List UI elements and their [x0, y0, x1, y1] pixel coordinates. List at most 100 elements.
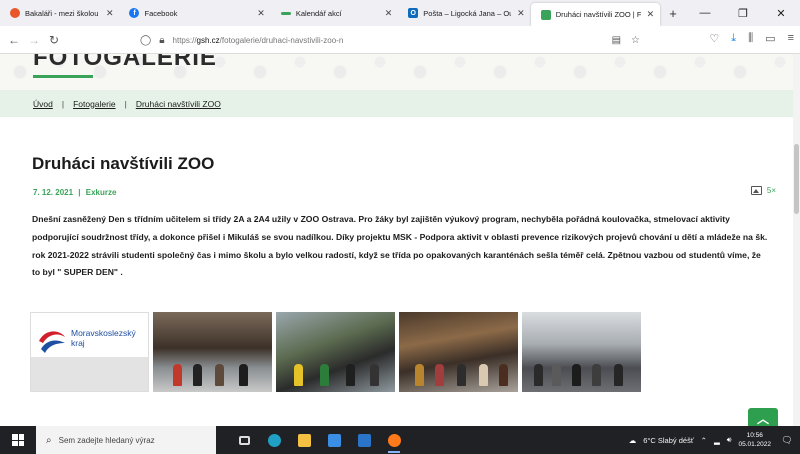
article-body: Dnešní zasněžený Den s třídním učitelem …	[32, 214, 768, 278]
forward-arrow-icon[interactable]: →	[24, 33, 44, 47]
article-title: Druháci navštívili ZOO	[32, 154, 215, 173]
gallery-photo-3[interactable]	[399, 312, 518, 392]
photo-figure	[173, 364, 182, 386]
weather-text[interactable]: 6°C Slabý déšť	[643, 436, 693, 445]
close-tab-icon[interactable]: ✕	[517, 8, 525, 19]
photo-figure	[457, 364, 466, 386]
photo-figure	[572, 364, 581, 386]
taskbar-search[interactable]: ⌕ Sem zadejte hledaný výraz	[36, 426, 216, 454]
notifications-icon[interactable]: 🗨︎	[778, 435, 796, 446]
tab-druhaci-zoo[interactable]: Druháci navštívili ZOO | Fotoga ✕	[530, 3, 661, 26]
bookmark-star-icon[interactable]: ☆	[631, 35, 640, 46]
sidebar-icon[interactable]: ▭	[765, 32, 775, 45]
photo-figure	[294, 364, 303, 386]
tab-kalendar-akci[interactable]: Kalendář akcí ✕	[271, 0, 398, 26]
photo-figure	[552, 364, 561, 386]
url-host: gsh.cz	[196, 35, 220, 45]
firefox-icon[interactable]	[382, 426, 406, 454]
weather-cloud-icon[interactable]: ☁	[629, 436, 637, 445]
kalendar-favicon-icon	[280, 11, 291, 15]
breadcrumb-link-fotogalerie[interactable]: Fotogalerie	[73, 99, 116, 109]
file-explorer-icon[interactable]	[292, 426, 316, 454]
tab-title: Facebook	[144, 8, 178, 18]
breadcrumb-link-uvod[interactable]: Úvod	[33, 99, 53, 109]
scroll-to-top-button[interactable]: ︿	[748, 408, 778, 426]
article-meta: 7. 12. 2021 | Exkurze	[33, 188, 116, 197]
gallery-photo-1[interactable]	[153, 312, 272, 392]
system-tray: ☁ 6°C Slabý déšť ⌃ ▂ 🔊︎ 10:56 05.01.2022…	[629, 426, 800, 454]
photo-gallery: Moravskoslezský kraj	[30, 312, 641, 392]
pocket-icon[interactable]: ♡	[709, 32, 719, 45]
browser-tab-bar: Bakaláři - mezi školou a rodinou ✕ f Fac…	[0, 0, 800, 26]
breadcrumb-link-current[interactable]: Druháci navštívili ZOO	[136, 99, 221, 109]
menu-icon[interactable]: ≡	[788, 32, 794, 45]
download-icon[interactable]: ⤓	[731, 32, 736, 45]
window-controls: — ❐ ✕	[686, 0, 800, 26]
shield-icon[interactable]: ◯	[140, 35, 151, 46]
gallery-photo-2[interactable]	[276, 312, 395, 392]
scrollbar-thumb[interactable]	[794, 144, 799, 214]
bakalari-favicon-icon	[10, 8, 20, 18]
clock-time: 10:56	[746, 432, 763, 439]
navigation-bar: ← → ↻ ◯ 🔒︎ https://gsh.cz/fotogalerie/dr…	[0, 26, 800, 54]
photo-figure	[370, 364, 379, 386]
lock-icon[interactable]: 🔒︎	[159, 35, 164, 46]
close-tab-icon[interactable]: ✕	[385, 8, 393, 19]
photo-figure	[215, 364, 224, 386]
photo-figure	[239, 364, 248, 386]
tab-title: Druháci navštívili ZOO | Fotoga	[555, 10, 641, 19]
task-view-icon[interactable]	[232, 426, 256, 454]
photo-figure	[435, 364, 444, 386]
volume-icon[interactable]: 🔊︎	[727, 435, 732, 445]
address-bar[interactable]: ◯ 🔒︎ https://gsh.cz/fotogalerie/druhaci-…	[140, 29, 640, 51]
photo-figure	[499, 364, 508, 386]
photo-count-value: 5×	[766, 186, 776, 195]
msk-emblem-icon	[39, 331, 65, 353]
reader-view-icon[interactable]: ▤	[612, 35, 621, 46]
gallery-photo-4[interactable]	[522, 312, 641, 392]
web-page: FOTOGALERIE Úvod | Fotogalerie | Druháci…	[0, 54, 800, 426]
page-header-banner: FOTOGALERIE	[0, 54, 800, 90]
tab-title: Pošta – Ligocká Jana – Outlook	[423, 8, 511, 18]
photo-figure	[479, 364, 488, 386]
close-tab-icon[interactable]: ✕	[647, 9, 655, 20]
close-tab-icon[interactable]: ✕	[106, 8, 114, 19]
clock-date: 05.01.2022	[738, 441, 771, 448]
photo-figure	[614, 364, 623, 386]
tray-overflow-icon[interactable]: ⌃	[701, 436, 707, 445]
edge-icon[interactable]	[262, 426, 286, 454]
article-category[interactable]: Exkurze	[86, 188, 117, 197]
tab-outlook[interactable]: O Pošta – Ligocká Jana – Outlook ✕	[398, 0, 530, 26]
outlook-favicon-icon: O	[408, 8, 419, 18]
breadcrumb: Úvod | Fotogalerie | Druháci navštívili …	[0, 90, 800, 117]
reload-icon[interactable]: ↻	[44, 33, 64, 47]
close-window-icon[interactable]: ✕	[762, 0, 800, 26]
photo-count: 5×	[750, 186, 776, 195]
restore-icon[interactable]: ❐	[724, 0, 762, 26]
meta-separator: |	[78, 188, 81, 197]
start-button[interactable]	[0, 426, 36, 454]
tab-title: Bakaláři - mezi školou a rodinou	[25, 8, 100, 18]
new-tab-button[interactable]: +	[660, 0, 686, 26]
page-scrollbar[interactable]	[793, 54, 800, 426]
library-icon[interactable]: ⫼	[748, 32, 753, 45]
store-icon[interactable]	[322, 426, 346, 454]
tab-facebook[interactable]: f Facebook ✕	[119, 0, 270, 26]
logo-text: Moravskoslezský kraj	[71, 328, 136, 348]
gallery-icon	[750, 186, 762, 195]
url-prefix: https://	[172, 35, 197, 45]
toolbar-icons: ♡ ⤓ ⫼ ▭ ≡	[709, 32, 794, 45]
msk-logo-thumbnail[interactable]: Moravskoslezský kraj	[30, 312, 149, 392]
minimize-icon[interactable]: —	[686, 0, 724, 26]
tab-title: Kalendář akcí	[295, 8, 342, 18]
network-icon[interactable]: ▂	[714, 436, 720, 445]
clock[interactable]: 10:56 05.01.2022	[738, 431, 771, 449]
back-arrow-icon[interactable]: ←	[4, 33, 24, 47]
mail-icon[interactable]	[352, 426, 376, 454]
photo-figure	[534, 364, 543, 386]
photo-figure	[193, 364, 202, 386]
close-tab-icon[interactable]: ✕	[257, 8, 265, 19]
article-date: 7. 12. 2021	[33, 188, 74, 197]
url-path: /fotogalerie/druhaci-navstivili-zoo-n	[219, 35, 344, 45]
tab-bakalari[interactable]: Bakaláři - mezi školou a rodinou ✕	[0, 0, 119, 26]
